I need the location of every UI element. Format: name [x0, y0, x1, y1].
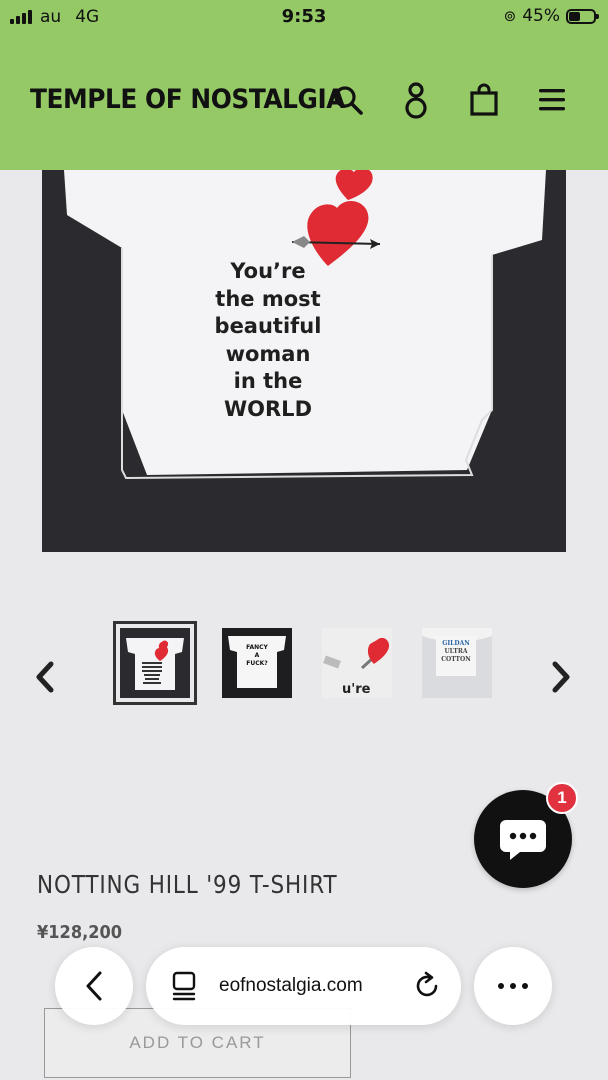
thumbnail-3-text: u're: [342, 682, 371, 697]
chevron-left-icon: [36, 661, 54, 693]
chat-bubble-icon: [500, 820, 546, 860]
more-icon: [498, 983, 528, 989]
reload-icon[interactable]: [412, 971, 442, 1001]
thumbnail-2[interactable]: FANCY A FUCK?: [222, 628, 292, 698]
thumbnail-4[interactable]: GILDAN ULTRA COTTON: [422, 628, 492, 698]
battery-icon: [566, 8, 599, 24]
account-icon[interactable]: [398, 80, 434, 120]
search-icon[interactable]: [330, 80, 366, 120]
orientation-lock-icon: ⊚: [503, 7, 517, 25]
product-price: ¥128,200: [37, 922, 123, 943]
cart-icon[interactable]: [466, 80, 502, 120]
url-text: eofnostalgia.com: [219, 975, 363, 996]
menu-icon[interactable]: [534, 80, 570, 120]
status-bar: au 4G 9:53 ⊚ 45%: [0, 0, 608, 34]
thumbnail-4-text: GILDAN ULTRA COTTON: [441, 640, 471, 663]
shirt-print-text: You’re the most beautiful woman in the W…: [214, 259, 322, 421]
next-image-button[interactable]: [546, 655, 576, 699]
tabs-icon: [172, 971, 196, 1001]
battery-percent: 45%: [522, 6, 560, 26]
prev-image-button[interactable]: [30, 655, 60, 699]
thumbnail-3[interactable]: u're: [322, 628, 392, 698]
chevron-right-icon: [552, 661, 570, 693]
site-header: TEMPLE OF NOSTALGIA: [0, 34, 608, 170]
browser-more-button[interactable]: [474, 947, 552, 1025]
thumbnail-1[interactable]: [113, 621, 197, 705]
product-title: NOTTING HILL '99 T-SHIRT: [37, 870, 338, 899]
back-icon: [86, 971, 102, 1001]
chat-notification-badge: 1: [546, 782, 578, 814]
thumbnail-2-text: FANCY A FUCK?: [246, 644, 268, 667]
address-bar[interactable]: eofnostalgia.com: [146, 947, 461, 1025]
browser-back-button[interactable]: [55, 947, 133, 1025]
product-image[interactable]: You’re the most beautiful woman in the W…: [42, 170, 566, 552]
site-logo[interactable]: TEMPLE OF NOSTALGIA: [30, 84, 345, 115]
